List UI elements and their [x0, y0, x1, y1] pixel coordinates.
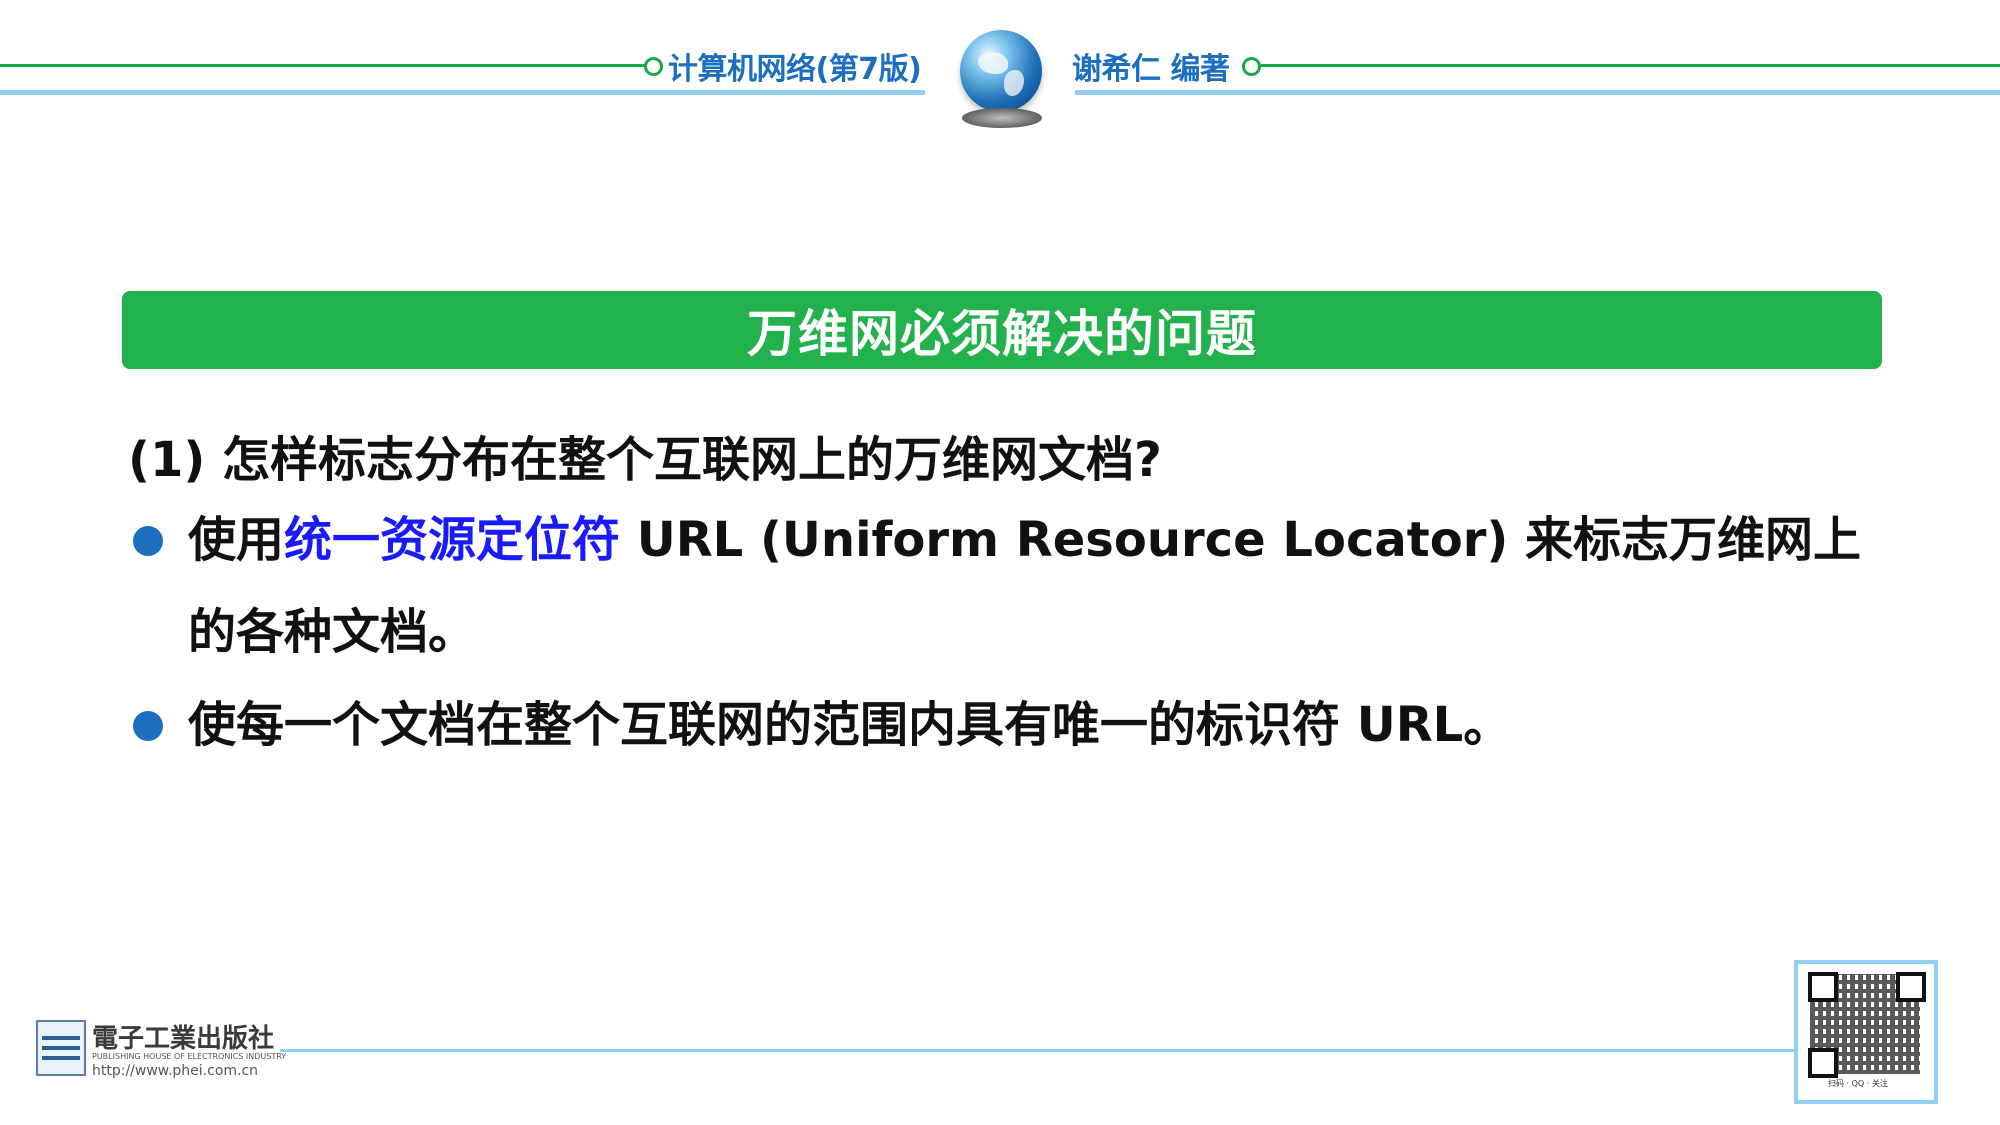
- bullet-dot-2: [133, 711, 163, 741]
- qr-corner-icon: [1808, 972, 1838, 1002]
- qr-code: 扫码 · QQ · 关注: [1794, 960, 1938, 1104]
- qr-corner-icon: [1808, 1048, 1838, 1078]
- publisher-url: http://www.phei.com.cn: [92, 1063, 259, 1079]
- bullet-1-prefix: 使用: [188, 512, 285, 568]
- qr-caption: 扫码 · QQ · 关注: [1828, 1079, 1888, 1088]
- globe-icon: [960, 30, 1042, 112]
- question-line: (1) 怎样标志分布在整个互联网上的万维网文档?: [128, 432, 1162, 488]
- publisher-name-en: PUBLISHING HOUSE OF ELECTRONICS INDUSTRY: [92, 1052, 287, 1061]
- book-title: 计算机网络(第7版): [668, 52, 922, 87]
- header-green-line-left: [0, 64, 645, 67]
- author-name: 谢希仁 编著: [1072, 52, 1230, 87]
- bullet-dot-1: [133, 526, 163, 556]
- bullet-text-1: 使用统一资源定位符 URL (Uniform Resource Locator)…: [188, 494, 1888, 678]
- bullet-text-2: 使每一个文档在整个互联网的范围内具有唯一的标识符 URL。: [188, 697, 1512, 753]
- slide-title-banner: 万维网必须解决的问题: [122, 291, 1882, 369]
- header-blue-line-left: [0, 90, 925, 95]
- footer-line: [280, 1049, 1795, 1052]
- bullet-1-highlight: 统一资源定位符: [284, 512, 621, 568]
- qr-corner-icon: [1896, 972, 1926, 1002]
- header-green-line-right: [1261, 64, 2000, 67]
- slide-title: 万维网必须解决的问题: [747, 305, 1257, 363]
- globe-stand: [962, 108, 1042, 128]
- header-blue-line-right: [1075, 90, 2000, 95]
- publisher-name: 電子工業出版社: [92, 1024, 275, 1054]
- header-ring-right: [1242, 57, 1261, 76]
- header-ring-left: [644, 57, 663, 76]
- publisher-logo-icon: [36, 1020, 86, 1076]
